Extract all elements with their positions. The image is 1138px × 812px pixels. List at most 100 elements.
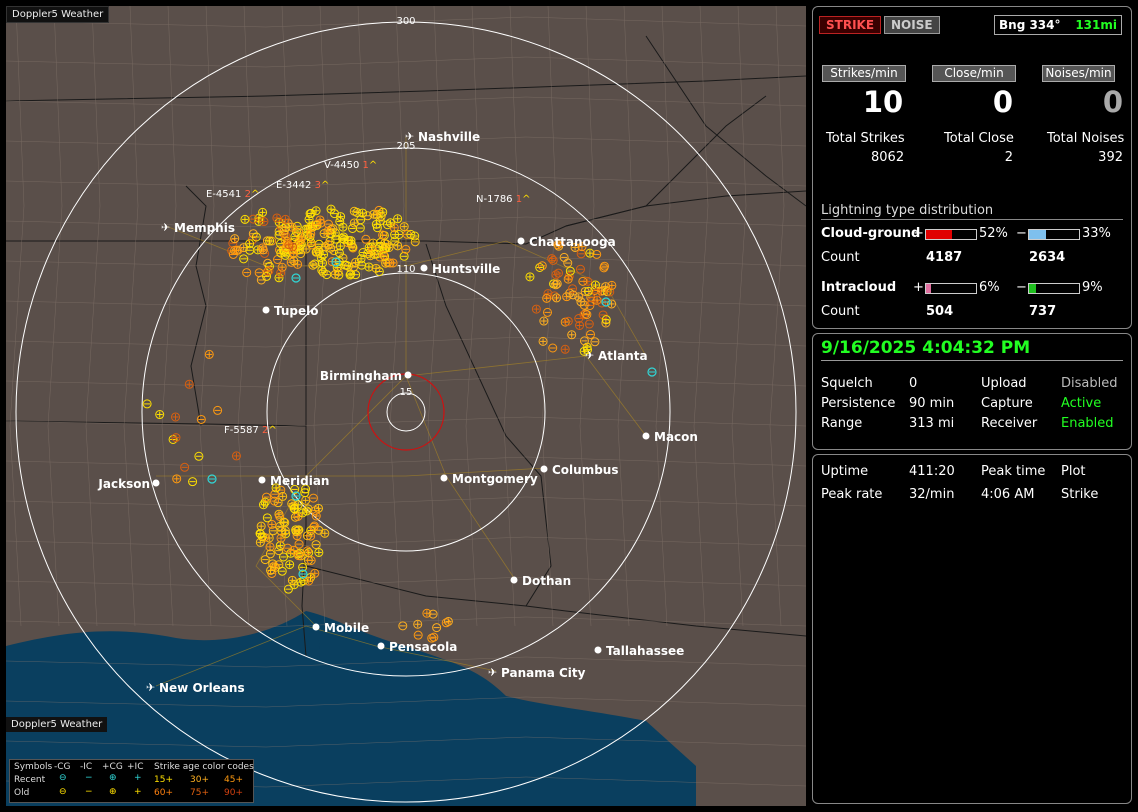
city-macon[interactable]: Macon xyxy=(642,430,698,444)
airport-icon: ✈ xyxy=(488,666,497,679)
city-dot-icon xyxy=(377,642,385,650)
lightning-map[interactable]: 300 205 110 15 ✈ Nashville ✈ Memphis Chattanoog… xyxy=(6,6,806,806)
strike-marker xyxy=(276,533,286,543)
cloud-ground-label: Cloud-ground xyxy=(821,226,921,241)
strike-marker xyxy=(559,252,569,262)
city-dot-icon xyxy=(262,306,270,314)
old-pos-cg-icon: ⊕ xyxy=(109,787,117,797)
strike-marker xyxy=(538,336,548,346)
city-label: Pensacola xyxy=(389,640,457,654)
strike-marker xyxy=(542,293,552,303)
noise-button[interactable]: NOISE xyxy=(884,16,940,34)
storm-cell-label[interactable]: N-1786 1^ xyxy=(476,194,530,205)
city-pensacola[interactable]: Pensacola xyxy=(377,640,458,654)
strike-marker xyxy=(584,319,594,329)
city-dot-icon xyxy=(152,479,160,487)
strike-marker xyxy=(275,541,285,551)
strike-marker xyxy=(307,240,317,250)
strike-marker xyxy=(296,577,306,587)
strike-marker xyxy=(320,528,330,538)
persistence-label: Persistence xyxy=(821,396,896,411)
city-dot-icon xyxy=(420,264,428,272)
legend-age-75: 75+ xyxy=(190,788,209,798)
strike-marker xyxy=(552,293,562,303)
strike-marker xyxy=(578,276,588,286)
strike-stats-panel: STRIKE NOISE Bng 334° 131mi Strikes/min … xyxy=(812,6,1132,329)
strike-marker xyxy=(326,204,336,214)
city-tallahassee[interactable]: Tallahassee xyxy=(594,644,685,658)
storm-cell-label[interactable]: E-3442 3^ xyxy=(276,180,329,191)
ic-count-label: Count xyxy=(821,304,860,319)
plot-value: Strike xyxy=(1061,487,1099,502)
strike-marker xyxy=(385,218,395,228)
strike-marker xyxy=(587,297,597,307)
svg-text:F-5587 2^: F-5587 2^ xyxy=(224,425,277,436)
uptime-label: Uptime xyxy=(821,464,869,479)
city-dot-icon xyxy=(312,623,320,631)
strike-marker xyxy=(542,307,552,317)
city-label: Panama City xyxy=(501,666,586,680)
noises-per-min-header: Noises/min xyxy=(1042,65,1115,82)
strike-marker xyxy=(298,508,308,518)
map-canvas[interactable]: 30020511015 ✈ Nashville✈ MemphisChattanoog… xyxy=(6,6,806,806)
city-new-orleans[interactable]: ✈ New Orleans xyxy=(146,681,245,695)
city-dothan[interactable]: Dothan xyxy=(510,574,572,588)
city-nashville[interactable]: ✈ Nashville xyxy=(405,130,480,144)
city-dot-icon xyxy=(517,237,525,245)
strike-marker xyxy=(304,576,314,586)
city-chattanooga[interactable]: Chattanooga xyxy=(517,235,616,249)
strike-marker xyxy=(256,521,266,531)
close-range-ring xyxy=(367,373,445,451)
old-neg-cg-icon: ⊖ xyxy=(59,787,67,797)
strike-marker xyxy=(349,206,359,216)
strike-marker xyxy=(155,410,165,420)
city-panama-city[interactable]: ✈ Panama City xyxy=(488,666,586,680)
strike-marker xyxy=(323,226,333,236)
legend-age-30: 30+ xyxy=(190,775,209,785)
city-huntsville[interactable]: Huntsville xyxy=(420,262,501,276)
city-columbus[interactable]: Columbus xyxy=(540,463,619,477)
city-dot-icon xyxy=(258,476,266,484)
strike-marker xyxy=(287,575,297,585)
strike-marker xyxy=(378,230,388,240)
strike-marker xyxy=(339,234,349,244)
city-label: Tupelo xyxy=(274,304,319,318)
city-birmingham[interactable]: Birmingham xyxy=(320,369,412,383)
city-atlanta[interactable]: ✈ Atlanta xyxy=(585,349,648,363)
city-tupelo[interactable]: Tupelo xyxy=(262,304,319,318)
strike-marker xyxy=(213,405,223,415)
brand-label-bottom: Doppler5 Weather xyxy=(6,717,108,732)
city-label: Atlanta xyxy=(598,349,648,363)
legend-age-60: 60+ xyxy=(154,788,173,798)
strike-marker xyxy=(568,290,578,300)
cg-positive-bar xyxy=(925,229,977,240)
strike-button[interactable]: STRIKE xyxy=(819,16,882,34)
city-label: Tallahassee xyxy=(606,644,684,658)
city-meridian[interactable]: Meridian xyxy=(258,474,330,488)
strike-marker xyxy=(338,222,348,232)
strike-marker xyxy=(539,316,549,326)
city-montgomery[interactable]: Montgomery xyxy=(440,472,538,486)
strike-marker xyxy=(565,266,575,276)
storm-cell-label[interactable]: F-5587 2^ xyxy=(224,425,277,436)
city-dot-icon xyxy=(540,465,548,473)
squelch-value: 0 xyxy=(909,376,918,391)
storm-cell-label[interactable]: E-4541 2^ xyxy=(206,189,259,200)
range-label: Range xyxy=(821,416,863,431)
strike-marker xyxy=(399,222,409,232)
storm-cell-label[interactable]: V-4450 1^ xyxy=(324,160,377,171)
recent-neg-ic-icon: − xyxy=(85,773,93,783)
strike-marker xyxy=(393,241,403,251)
strike-marker xyxy=(274,546,284,556)
upload-value: Disabled xyxy=(1061,376,1118,391)
strike-marker xyxy=(228,249,238,259)
strike-marker xyxy=(553,268,563,278)
city-memphis[interactable]: ✈ Memphis xyxy=(161,221,235,235)
svg-text:V-4450 1^: V-4450 1^ xyxy=(324,160,377,171)
city-label: Memphis xyxy=(174,221,235,235)
total-close-value: 2 xyxy=(1004,150,1013,165)
strike-marker xyxy=(550,291,560,301)
strike-marker xyxy=(349,218,359,228)
recent-neg-cg-icon: ⊖ xyxy=(59,773,67,783)
strike-marker xyxy=(310,568,320,578)
